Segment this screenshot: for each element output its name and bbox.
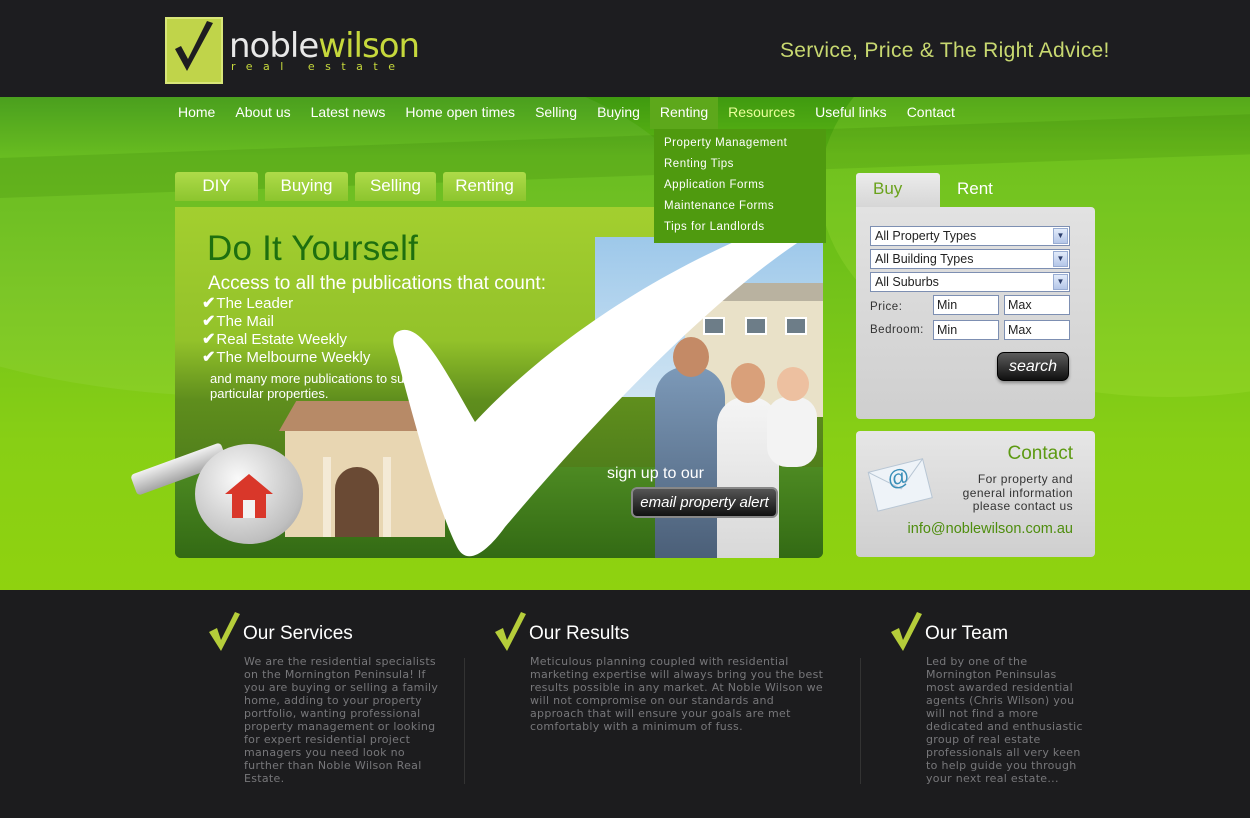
list-item: ✔Real Estate Weekly <box>202 331 348 348</box>
price-max-input[interactable]: Max <box>1004 295 1070 315</box>
menu-item-tips-for-landlords[interactable]: Tips for Landlords <box>654 219 826 240</box>
site-footer: Our Services We are the residential spec… <box>0 590 1250 818</box>
keyring-tag <box>195 444 303 544</box>
site-header: noblewilson real estate Service, Price &… <box>0 0 1250 97</box>
signup-text: sign up to our <box>607 465 704 482</box>
contact-title: Contact <box>1007 443 1073 464</box>
list-item: ✔The Mail <box>202 313 274 330</box>
house-keys-image <box>130 418 311 558</box>
tab-buy[interactable]: Buy <box>856 173 940 207</box>
property-type-value: All Property Types <box>875 229 977 243</box>
nav-item-resources[interactable]: Resources <box>718 97 805 129</box>
bedroom-max-input[interactable]: Max <box>1004 320 1070 340</box>
tab-renting[interactable]: Renting <box>443 172 526 201</box>
building-type-value: All Building Types <box>875 252 974 266</box>
contact-email-link[interactable]: info@noblewilson.com.au <box>908 521 1073 537</box>
nav-item-selling[interactable]: Selling <box>525 97 587 129</box>
search-tabs: Buy Rent <box>856 173 1010 207</box>
results-text: Meticulous planning coupled with residen… <box>530 655 824 733</box>
suburb-value: All Suburbs <box>875 275 939 289</box>
envelope-icon: @ <box>867 458 933 512</box>
email-property-alert-button[interactable]: email property alert <box>631 487 778 518</box>
feature-title: Do It Yourself <box>207 229 418 268</box>
tab-rent[interactable]: Rent <box>940 173 1010 207</box>
suburb-select[interactable]: All Suburbs ▼ <box>870 272 1070 292</box>
price-label: Price: <box>870 301 903 313</box>
price-min-input[interactable]: Min <box>933 295 999 315</box>
nav-item-about-us[interactable]: About us <box>225 97 300 129</box>
results-title: Our Results <box>529 623 630 644</box>
check-icon <box>209 612 240 651</box>
nav-item-contact[interactable]: Contact <box>897 97 965 129</box>
publication-note: and many more publications to suit parti… <box>210 371 411 401</box>
building-type-select[interactable]: All Building Types ▼ <box>870 249 1070 269</box>
logo-wordmark[interactable]: noblewilson <box>229 28 420 64</box>
bedroom-label: Bedroom: <box>870 324 924 336</box>
nav-item-home-open-times[interactable]: Home open times <box>395 97 525 129</box>
house-icon <box>225 474 273 518</box>
nav-item-renting[interactable]: Renting <box>649 97 719 129</box>
chevron-down-icon[interactable]: ▼ <box>1053 274 1068 290</box>
menu-item-renting-tips[interactable]: Renting Tips <box>654 156 826 177</box>
team-text: Led by one of the Mornington Peninsulas … <box>926 655 1083 785</box>
nav-item-useful-links[interactable]: Useful links <box>805 97 897 129</box>
check-icon: ✔ <box>202 331 216 348</box>
property-type-select[interactable]: All Property Types ▼ <box>870 226 1070 246</box>
team-title: Our Team <box>925 623 1009 644</box>
services-text: We are the residential specialists on th… <box>244 655 439 785</box>
hero-photo-family <box>645 327 823 558</box>
property-search-panel: All Property Types ▼ All Building Types … <box>856 207 1095 419</box>
check-icon: ✔ <box>202 349 216 366</box>
menu-item-property-management[interactable]: Property Management <box>654 135 826 156</box>
search-button[interactable]: search <box>997 352 1069 381</box>
services-title: Our Services <box>243 623 353 644</box>
logo-subtitle: real estate <box>231 60 406 73</box>
nav-item-latest-news[interactable]: Latest news <box>301 97 396 129</box>
feature-subtitle: Access to all the publications that coun… <box>208 273 546 294</box>
menu-item-maintenance-forms[interactable]: Maintenance Forms <box>654 198 826 219</box>
menu-item-application-forms[interactable]: Application Forms <box>654 177 826 198</box>
page: noblewilson real estate Service, Price &… <box>0 0 1250 818</box>
feature-tabs: DIY Buying Selling Renting <box>175 172 533 201</box>
contact-text: For property and general information ple… <box>962 472 1073 513</box>
main-nav: Home About us Latest news Home open time… <box>168 97 965 129</box>
nav-item-home[interactable]: Home <box>168 97 225 129</box>
tab-buying[interactable]: Buying <box>265 172 348 201</box>
publication-list: ✔The Leader ✔The Mail ✔Real Estate Weekl… <box>202 295 370 367</box>
footer-divider <box>464 658 465 784</box>
chevron-down-icon[interactable]: ▼ <box>1053 251 1068 267</box>
renting-dropdown-menu: Property Management Renting Tips Applica… <box>654 129 826 243</box>
bedroom-min-input[interactable]: Min <box>933 320 999 340</box>
contact-panel: @ Contact For property and general infor… <box>856 431 1095 557</box>
check-icon: ✔ <box>202 313 216 330</box>
check-icon: ✔ <box>202 295 216 312</box>
tab-selling[interactable]: Selling <box>355 172 436 201</box>
header-tagline: Service, Price & The Right Advice! <box>780 39 1110 62</box>
check-icon <box>495 612 526 651</box>
chevron-down-icon[interactable]: ▼ <box>1053 228 1068 244</box>
list-item: ✔The Melbourne Weekly <box>202 349 371 366</box>
footer-divider <box>860 658 861 784</box>
nav-item-buying[interactable]: Buying <box>587 97 650 129</box>
logo-checkmark-icon[interactable] <box>165 17 223 84</box>
list-item: ✔The Leader <box>202 295 294 312</box>
tab-diy[interactable]: DIY <box>175 172 258 201</box>
check-icon <box>891 612 922 651</box>
